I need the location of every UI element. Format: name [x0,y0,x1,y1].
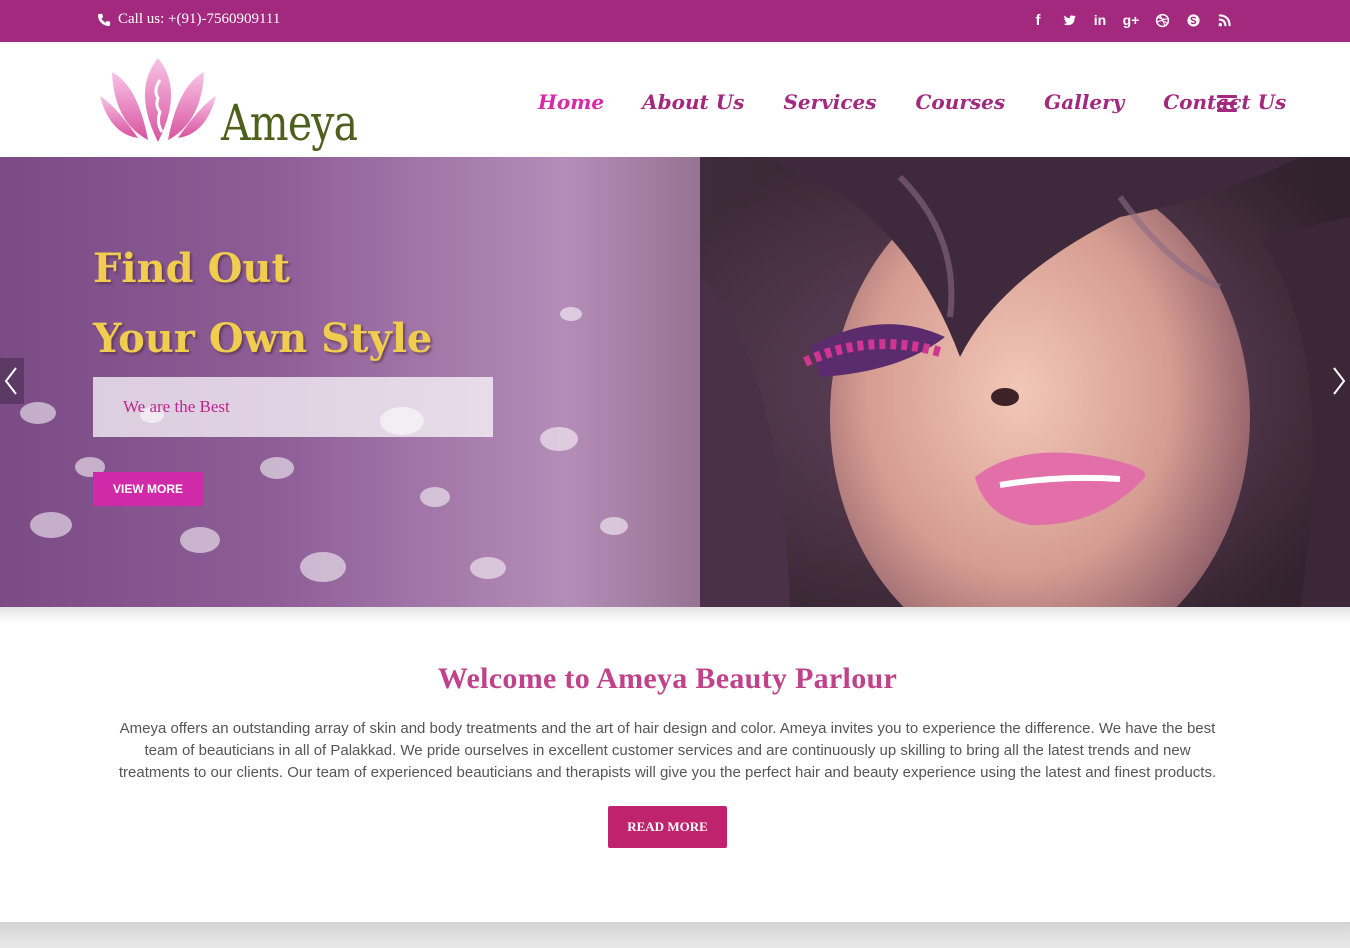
menu-icon[interactable] [1217,95,1237,112]
bokeh-light [560,307,582,321]
top-bar: Call us: +(91)-7560909111 f in g+ [0,0,1350,42]
bokeh-light [260,457,294,479]
nav-gallery[interactable]: Gallery [1044,90,1124,114]
nav-courses[interactable]: Courses [916,90,1006,114]
hero-heading-line2: Your Own Style [93,315,433,362]
hero-shadow [0,607,1350,623]
slider-next-button[interactable] [1326,358,1350,404]
facebook-icon[interactable]: f [1030,10,1046,30]
hero-heading-line1: Find Out [93,245,290,292]
bokeh-light [20,402,56,424]
phone-text: Call us: +(91)-7560909111 [118,11,281,27]
bokeh-light [180,527,220,553]
chevron-left-icon [4,367,17,395]
bokeh-light [420,487,450,507]
social-links: f in g+ [1030,10,1232,30]
twitter-icon[interactable] [1061,10,1077,30]
hero-tagline-box: We are the Best [93,377,493,437]
model-face-image [700,157,1350,607]
bokeh-light [540,427,578,451]
phone-contact[interactable]: Call us: +(91)-7560909111 [97,11,280,28]
hero-slider: Find Out Your Own Style We are the Best … [0,157,1350,607]
bokeh-light [30,512,72,538]
google-plus-icon[interactable]: g+ [1123,10,1140,30]
main-nav: Home About Us Services Courses Gallery C… [538,90,1286,114]
welcome-title: Welcome to Ameya Beauty Parlour [437,662,898,695]
chevron-right-icon [1333,367,1346,395]
lotus-logo-icon [100,58,216,142]
nav-about-us[interactable]: About Us [642,90,744,114]
welcome-text: Ameya offers an outstanding array of ski… [118,720,1217,781]
dribbble-icon[interactable] [1154,10,1170,30]
phone-icon [97,13,111,27]
site-logo[interactable]: Ameya [98,56,360,152]
view-more-button[interactable]: VIEW MORE [93,472,203,506]
logo-text: Ameya [221,94,358,152]
rss-icon[interactable] [1216,10,1232,30]
nav-services[interactable]: Services [783,90,876,114]
bokeh-light [300,552,346,582]
slider-prev-button[interactable] [0,358,24,404]
nav-home[interactable]: Home [538,90,604,114]
next-section-strip [0,922,1350,948]
site-header: Ameya Home About Us Services Courses Gal… [0,42,1350,157]
read-more-button[interactable]: READ MORE [608,806,727,848]
linkedin-icon[interactable]: in [1092,10,1108,30]
skype-icon[interactable] [1185,10,1201,30]
bokeh-light [470,557,506,579]
bokeh-light [600,517,628,535]
hero-tagline: We are the Best [123,397,230,416]
